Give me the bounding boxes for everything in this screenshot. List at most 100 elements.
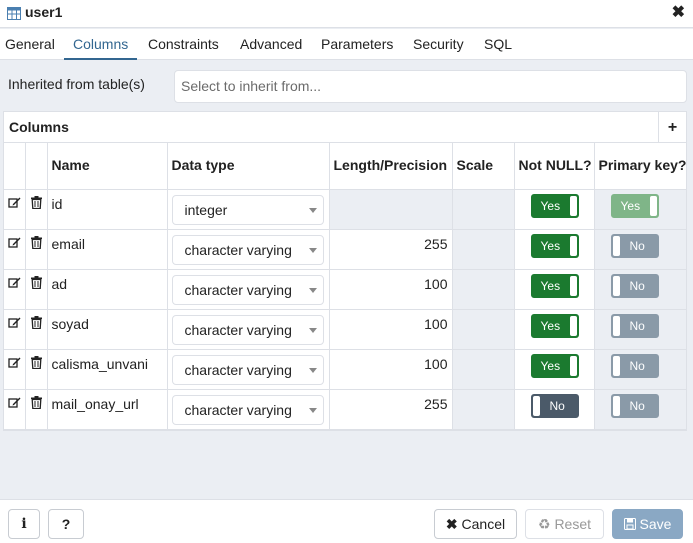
cell-length[interactable]: [329, 189, 453, 230]
cancel-icon: ✖: [445, 516, 458, 532]
save-button[interactable]: Save: [612, 509, 683, 539]
not-null-toggle[interactable]: Yes: [530, 313, 579, 338]
not-null-toggle[interactable]: Yes: [530, 233, 579, 258]
reset-button[interactable]: ♻ Reset: [525, 509, 604, 539]
cancel-label: Cancel: [461, 516, 506, 532]
table-row: mail_onay_url character varying 255 No No: [4, 389, 686, 430]
not-null-toggle[interactable]: Yes: [530, 273, 579, 298]
tab-security[interactable]: Security: [413, 29, 464, 60]
data-type-select[interactable]: character varying: [171, 274, 324, 305]
table-icon: [7, 7, 21, 20]
trash-icon[interactable]: [30, 395, 42, 412]
table-row: calisma_unvani character varying 100 Yes No: [4, 349, 686, 390]
recycle-icon: ♻: [537, 516, 551, 532]
reset-label: Reset: [554, 516, 592, 532]
edit-row-cell: [4, 269, 26, 310]
tab-parameters[interactable]: Parameters: [321, 29, 393, 60]
edit-icon[interactable]: [8, 236, 21, 252]
cell-length[interactable]: 100: [329, 269, 453, 310]
header-data-type: Data type: [167, 143, 330, 190]
add-column-button[interactable]: +: [658, 112, 686, 143]
inherit-select-input[interactable]: Select to inherit from...: [174, 70, 687, 103]
help-icon: ?: [61, 516, 71, 532]
trash-icon[interactable]: [30, 355, 42, 372]
data-type-select[interactable]: character varying: [171, 314, 324, 345]
data-type-select[interactable]: character varying: [171, 354, 324, 385]
cell-name[interactable]: ad: [47, 269, 168, 310]
save-label: Save: [639, 516, 672, 532]
header-delete: [25, 143, 48, 190]
trash-icon[interactable]: [30, 195, 42, 212]
cell-not-null: Yes: [514, 189, 595, 230]
cell-length[interactable]: 255: [329, 229, 453, 270]
header-name: Name: [47, 143, 168, 190]
toggle-knob: [612, 235, 620, 256]
tab-constraints[interactable]: Constraints: [148, 29, 219, 60]
chevron-down-icon: [308, 207, 317, 213]
primary-key-toggle[interactable]: No: [610, 313, 659, 338]
edit-icon[interactable]: [8, 196, 21, 212]
edit-icon[interactable]: [8, 276, 21, 292]
tab-general[interactable]: General: [5, 29, 55, 60]
data-type-select[interactable]: character varying: [171, 394, 324, 425]
not-null-toggle[interactable]: Yes: [530, 193, 579, 218]
cell-length[interactable]: 255: [329, 389, 453, 430]
cell-name[interactable]: email: [47, 229, 168, 270]
primary-key-toggle-label: No: [629, 358, 645, 373]
primary-key-toggle-label: No: [629, 278, 645, 293]
edit-icon[interactable]: [8, 316, 21, 332]
header-primary-key: Primary key?: [594, 143, 686, 190]
data-type-value: character varying: [184, 281, 292, 298]
floppy-disk-icon: [623, 518, 636, 530]
edit-icon[interactable]: [8, 356, 21, 372]
header-scale: Scale: [452, 143, 515, 190]
close-icon[interactable]: ✖: [672, 4, 685, 22]
edit-icon[interactable]: [8, 396, 21, 412]
edit-row-cell: [4, 189, 26, 230]
primary-key-toggle[interactable]: No: [610, 233, 659, 258]
info-button[interactable]: i: [8, 509, 40, 539]
primary-key-toggle-label: No: [629, 318, 645, 333]
delete-row-cell: [25, 349, 48, 390]
data-type-select[interactable]: integer: [171, 194, 324, 225]
dialog-footer: i ? ✖ Cancel ♻ Reset Save: [0, 499, 693, 543]
primary-key-toggle[interactable]: No: [610, 273, 659, 298]
primary-key-toggle[interactable]: No: [610, 353, 659, 378]
cell-scale: [452, 389, 515, 430]
dialog-title: user1: [25, 4, 63, 20]
cell-name[interactable]: calisma_unvani: [47, 349, 168, 390]
tab-columns[interactable]: Columns: [64, 29, 138, 60]
trash-icon[interactable]: [30, 315, 42, 332]
not-null-toggle[interactable]: Yes: [530, 353, 579, 378]
primary-key-toggle[interactable]: Yes: [610, 193, 659, 218]
cell-name[interactable]: id: [47, 189, 168, 230]
cell-name[interactable]: mail_onay_url: [47, 389, 168, 430]
cell-primary-key: No: [594, 349, 686, 390]
toggle-knob: [569, 355, 577, 376]
cell-primary-key: No: [594, 389, 686, 430]
inherit-label: Inherited from table(s): [8, 76, 145, 92]
edit-row-cell: [4, 229, 26, 270]
header-edit: [4, 143, 26, 190]
cell-data-type: integer: [167, 189, 330, 230]
tab-sql[interactable]: SQL: [484, 29, 512, 60]
table-header-row: Name Data type Length/Precision Scale No…: [4, 143, 686, 190]
trash-icon[interactable]: [30, 275, 42, 292]
not-null-toggle-label: Yes: [540, 358, 561, 373]
cell-length[interactable]: 100: [329, 349, 453, 390]
delete-row-cell: [25, 269, 48, 310]
cell-data-type: character varying: [167, 269, 330, 310]
trash-icon[interactable]: [30, 235, 42, 252]
toggle-knob: [649, 195, 657, 216]
cell-not-null: Yes: [514, 349, 595, 390]
tab-advanced[interactable]: Advanced: [240, 29, 302, 60]
data-type-select[interactable]: character varying: [171, 234, 324, 265]
not-null-toggle[interactable]: No: [530, 393, 579, 418]
help-button[interactable]: ?: [48, 509, 84, 539]
primary-key-toggle[interactable]: No: [610, 393, 659, 418]
cell-primary-key: Yes: [594, 189, 686, 230]
cancel-button[interactable]: ✖ Cancel: [434, 509, 517, 539]
cell-length[interactable]: 100: [329, 309, 453, 350]
cell-name[interactable]: soyad: [47, 309, 168, 350]
cell-data-type: character varying: [167, 309, 330, 350]
